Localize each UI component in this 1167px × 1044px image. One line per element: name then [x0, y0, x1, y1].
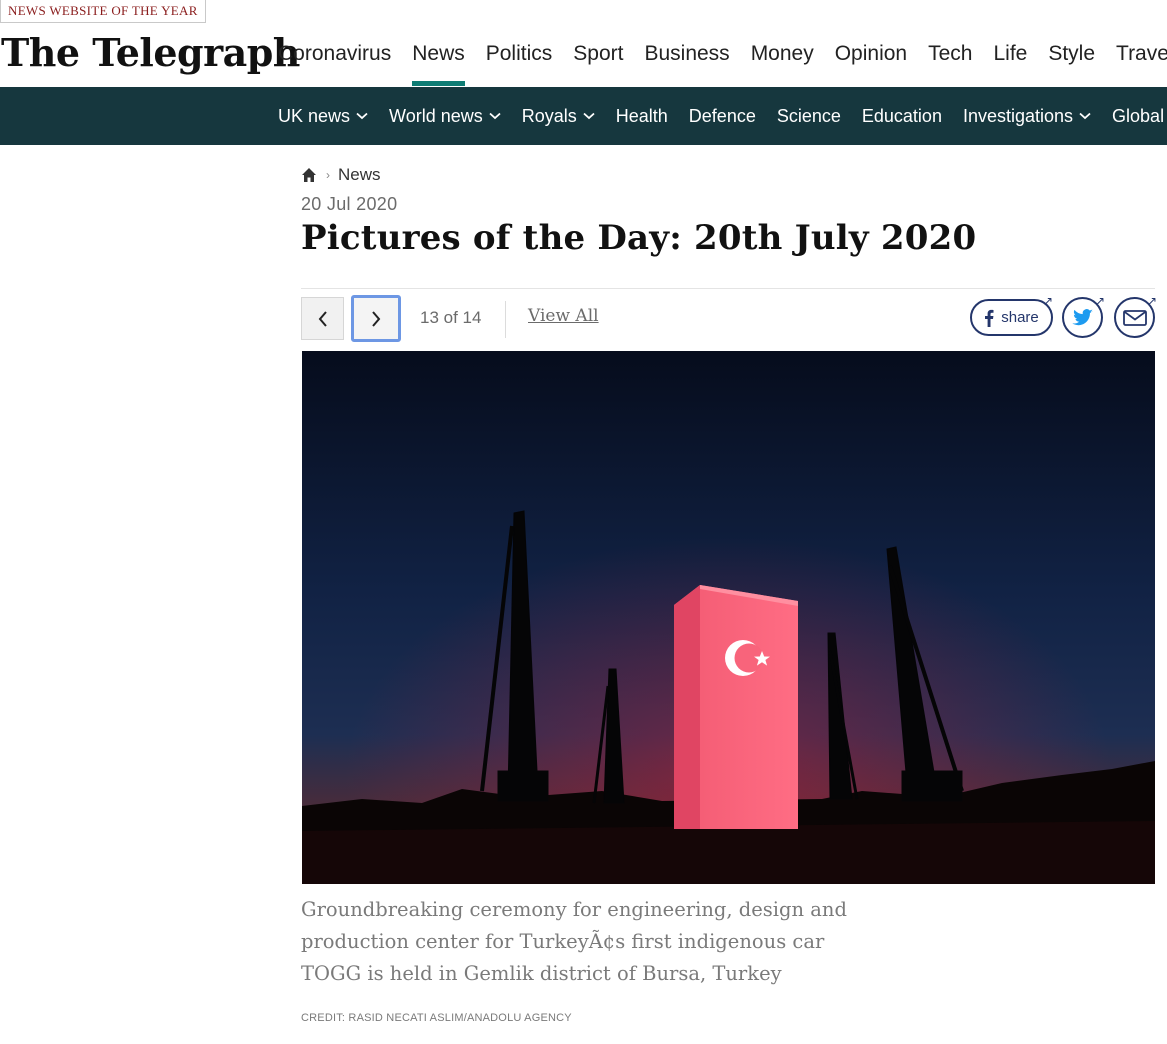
subnav-label: Investigations	[962, 106, 1074, 126]
facebook-icon	[985, 309, 994, 327]
nav-item-news[interactable]: News	[402, 36, 476, 86]
breadcrumb-section[interactable]: News	[338, 165, 381, 185]
facebook-share-label: share	[1001, 309, 1039, 326]
subnav-item-global-health-security[interactable]: Global Health Security	[1112, 87, 1167, 145]
page-title: Pictures of the Day: 20th July 2020	[301, 218, 977, 258]
article-date: 20 Jul 2020	[301, 194, 398, 214]
subnav-label: World news	[389, 106, 483, 126]
subnav-item-science[interactable]: Science	[777, 87, 862, 145]
subnav-label: Health	[615, 106, 668, 126]
award-badge: NEWS WEBSITE OF THE YEAR	[0, 0, 206, 23]
nav-item-travel[interactable]: Travel	[1106, 36, 1167, 86]
subnav-item-investigations[interactable]: Investigations	[963, 87, 1112, 145]
divider	[301, 288, 1155, 289]
subnav-item-education[interactable]: Education	[862, 87, 963, 145]
subnav-label: Royals	[521, 106, 577, 126]
subnav-item-world-news[interactable]: World news	[389, 87, 522, 145]
email-icon	[1122, 309, 1147, 326]
subnav-label: Defence	[688, 106, 756, 126]
breadcrumb-separator: ›	[326, 168, 330, 182]
divider	[505, 301, 506, 338]
chevron-down-icon	[1079, 112, 1091, 120]
nav-item-style[interactable]: Style	[1038, 36, 1106, 86]
nav-item-sport[interactable]: Sport	[563, 36, 634, 86]
previous-button[interactable]	[301, 297, 344, 340]
chevron-down-icon	[583, 112, 595, 120]
nav-item-politics[interactable]: Politics	[475, 36, 563, 86]
breadcrumb: › News	[301, 164, 381, 186]
subnav-label: Education	[861, 106, 942, 126]
subnav-item-health[interactable]: Health	[616, 87, 689, 145]
subnav-item-defence[interactable]: Defence	[689, 87, 777, 145]
photo-credit: CREDIT: RASID NECATI ASLIM/ANADOLU AGENC…	[301, 1012, 572, 1024]
nav-item-money[interactable]: Money	[740, 36, 824, 86]
nav-item-business[interactable]: Business	[634, 36, 740, 86]
home-icon[interactable]	[301, 167, 317, 183]
subnav-label: Science	[776, 106, 841, 126]
main-nav: Coronavirus News Politics Sport Business…	[278, 36, 1167, 86]
photo-caption: Groundbreaking ceremony for engineering,…	[301, 898, 847, 985]
external-link-icon: ↗	[1147, 294, 1158, 308]
subnav-label: UK news	[278, 106, 351, 126]
external-link-icon: ↗	[1043, 294, 1054, 308]
subnav-item-uk-news[interactable]: UK news	[278, 87, 389, 145]
sub-nav: UK news World news Royals Health Defence…	[0, 87, 1167, 145]
twitter-icon	[1071, 308, 1093, 325]
nav-item-opinion[interactable]: Opinion	[824, 36, 917, 86]
external-link-icon: ↗	[1095, 294, 1106, 308]
chevron-down-icon	[356, 112, 368, 120]
view-all-link[interactable]: View All	[528, 306, 599, 326]
chevron-left-icon	[318, 310, 327, 327]
gallery-counter: 13 of 14	[420, 308, 482, 327]
nav-item-life[interactable]: Life	[983, 36, 1038, 86]
nav-item-tech[interactable]: Tech	[918, 36, 983, 86]
chevron-right-icon	[372, 310, 381, 327]
subnav-item-royals[interactable]: Royals	[522, 87, 616, 145]
gallery-photo	[302, 351, 1155, 884]
telegraph-logo[interactable]: The Telegraph	[1, 28, 300, 78]
facebook-share-button[interactable]: share	[970, 299, 1053, 336]
subnav-label: Global Health Security	[1112, 106, 1167, 126]
nav-item-coronavirus[interactable]: Coronavirus	[278, 36, 402, 86]
chevron-down-icon	[489, 112, 501, 120]
next-button[interactable]	[351, 295, 401, 342]
